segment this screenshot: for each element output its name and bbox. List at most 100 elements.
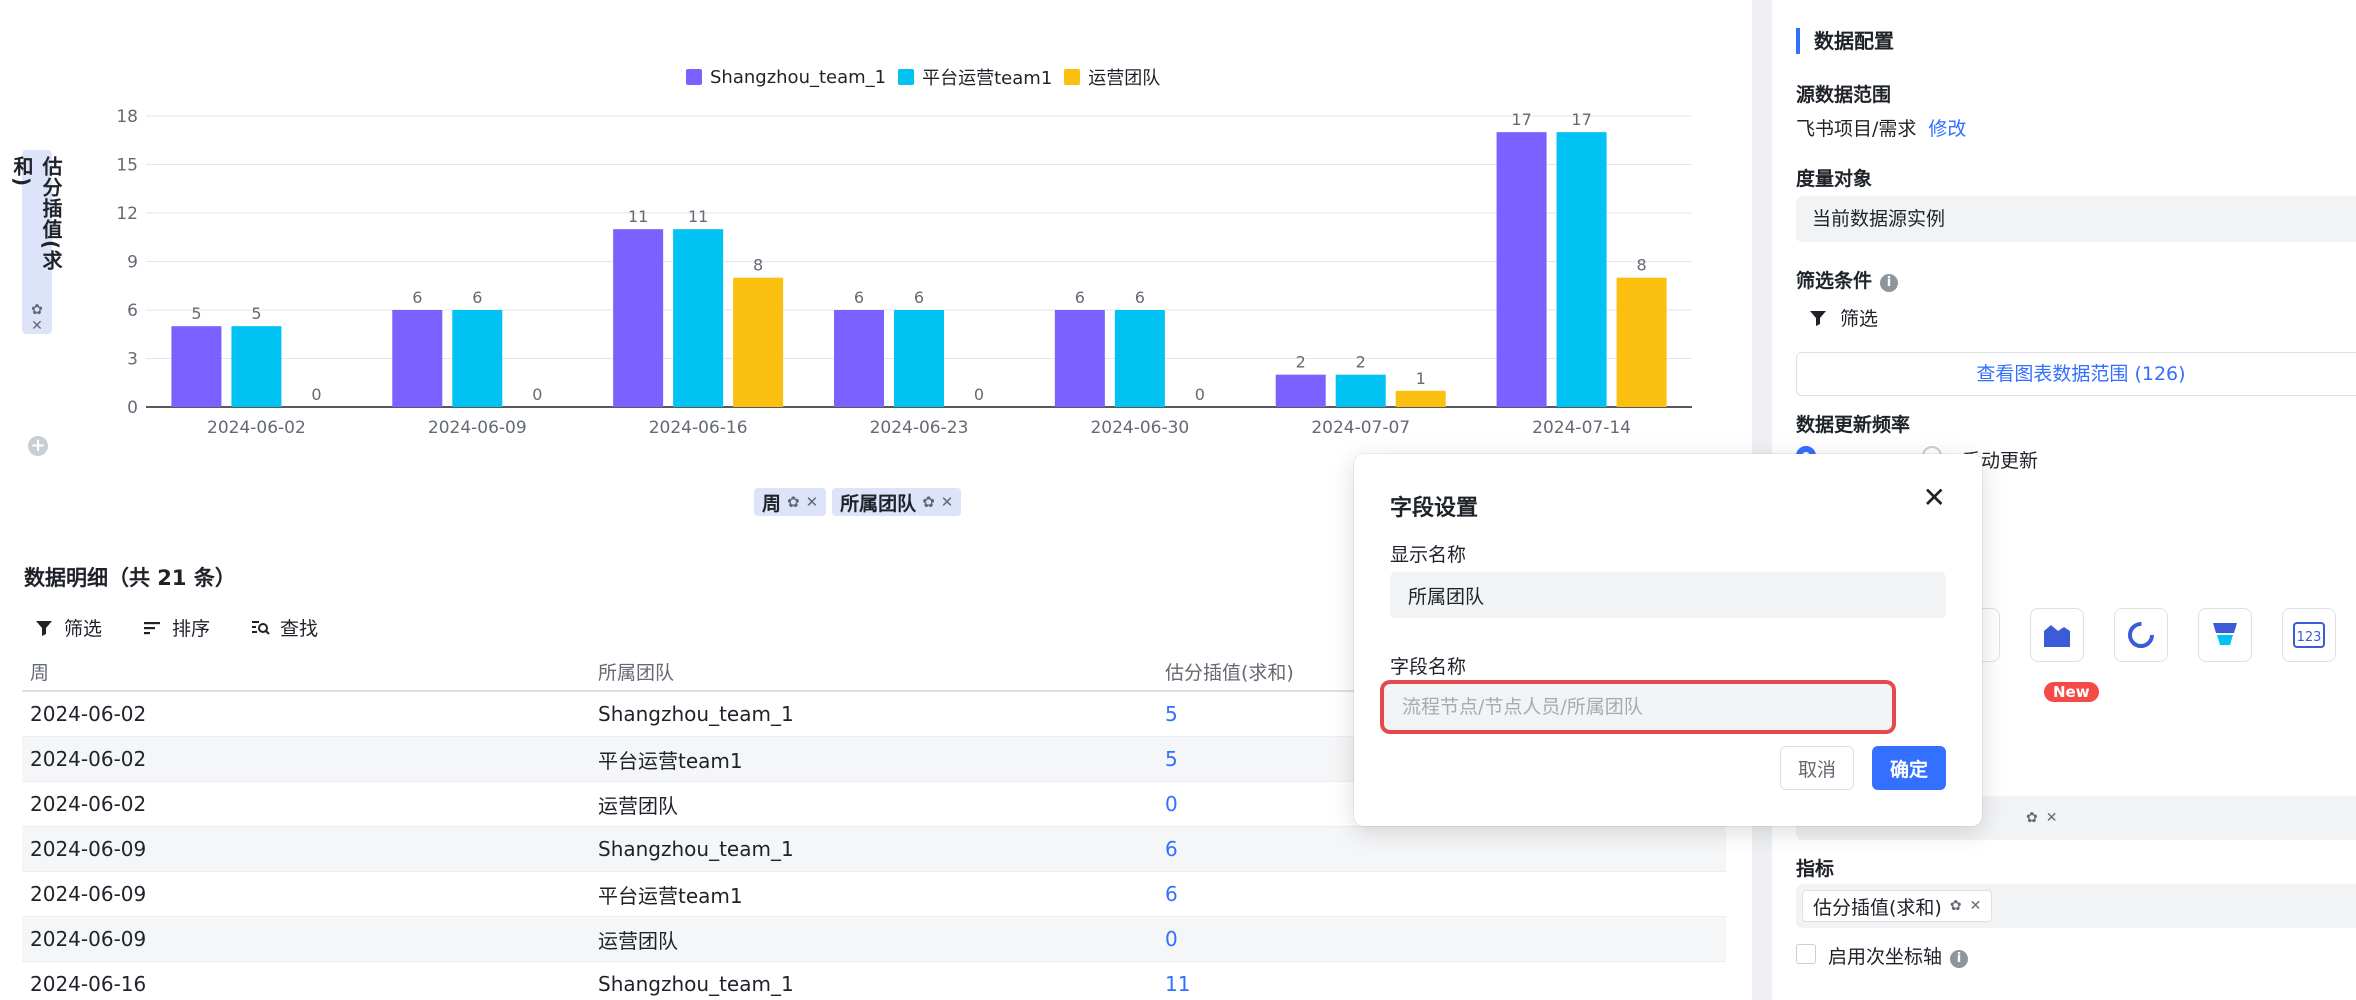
bar bbox=[673, 229, 724, 407]
gear-icon[interactable]: ✿ bbox=[1950, 898, 1962, 914]
data-label: 6 bbox=[914, 288, 924, 307]
bar bbox=[1054, 310, 1105, 407]
chart-area: 0 3 6 9 12 15 18 2024-06-02 5 5 0 2024-06-09 6 6 0 2024… bbox=[0, 0, 1752, 530]
x-tick-label: 2024-06-30 bbox=[1090, 418, 1189, 438]
filter-icon bbox=[36, 620, 52, 636]
bar bbox=[834, 310, 884, 407]
gear-icon[interactable]: ✿ bbox=[787, 493, 800, 511]
y-axis-field-label: 估分插值(求和) bbox=[10, 156, 63, 272]
filter-label: 筛选 bbox=[64, 618, 103, 640]
filter-condition-label: 筛选条件 i bbox=[1796, 266, 1899, 293]
sort-icon bbox=[144, 621, 161, 634]
secondary-axis-label: 启用次坐标轴 i bbox=[1828, 942, 1969, 969]
field-name-input[interactable] bbox=[1384, 684, 1892, 730]
remove-icon[interactable]: ✕ bbox=[806, 493, 819, 511]
add-axis-icon[interactable]: + bbox=[28, 436, 48, 456]
x-tick-label: 2024-06-23 bbox=[870, 418, 969, 438]
sort-button[interactable]: 排序 bbox=[142, 614, 210, 641]
metric-box[interactable]: 估分插值(求和) ✿ ✕ bbox=[1796, 884, 2356, 928]
x-axis-chip-week[interactable]: 周 ✿ ✕ bbox=[754, 488, 827, 516]
filter-button[interactable]: 筛选 bbox=[34, 614, 102, 641]
svg-text:123: 123 bbox=[2297, 630, 2322, 645]
bar bbox=[1114, 310, 1165, 407]
table-cell: 平台运营team1 bbox=[598, 748, 743, 773]
cancel-button[interactable]: 取消 bbox=[1780, 746, 1854, 790]
data-label: 0 bbox=[532, 385, 542, 404]
close-icon[interactable]: ✕ bbox=[1923, 484, 1946, 512]
bar bbox=[613, 229, 664, 407]
secondary-axis-checkbox[interactable] bbox=[1796, 944, 1816, 964]
table-row[interactable]: 2024-06-09 平台运营team1 6 bbox=[22, 872, 1726, 917]
donut-chart-type-icon[interactable] bbox=[2114, 608, 2168, 662]
column-header[interactable]: 周 bbox=[22, 658, 590, 685]
area-chart-type-icon[interactable] bbox=[2030, 608, 2084, 662]
metric-chip[interactable]: 估分插值(求和) ✿ ✕ bbox=[1802, 890, 1993, 922]
bar bbox=[171, 326, 222, 407]
table-row[interactable]: 2024-06-09 Shangzhou_team_1 6 bbox=[22, 827, 1726, 872]
info-icon[interactable]: i bbox=[1880, 274, 1899, 292]
new-badge: New bbox=[2044, 682, 2099, 702]
gear-icon[interactable]: ✿ bbox=[922, 493, 935, 511]
data-label: 6 bbox=[412, 288, 422, 307]
table-cell: Shangzhou_team_1 bbox=[598, 837, 794, 861]
table-cell: 2024-06-09 bbox=[30, 927, 147, 951]
display-name-input[interactable] bbox=[1390, 572, 1946, 618]
table-row[interactable]: 2024-06-16 Shangzhou_team_1 11 bbox=[22, 962, 1726, 1000]
panel-filter-button[interactable]: 筛选 bbox=[1808, 304, 1878, 331]
info-icon[interactable]: i bbox=[1950, 950, 1969, 968]
data-label: 8 bbox=[753, 256, 763, 275]
filter-icon bbox=[1810, 310, 1826, 326]
x-axis-chip-label: 周 bbox=[762, 492, 782, 515]
remove-icon[interactable]: ✕ bbox=[941, 493, 954, 511]
source-range-text: 飞书项目/需求 bbox=[1796, 118, 1917, 140]
y-tick-label: 6 bbox=[127, 301, 138, 321]
y-tick-label: 15 bbox=[116, 156, 138, 176]
x-tick-label: 2024-06-02 bbox=[207, 418, 306, 438]
table-cell: 11 bbox=[1165, 972, 1191, 996]
gear-icon[interactable]: ✿ bbox=[31, 302, 43, 318]
bar bbox=[452, 310, 503, 407]
remove-icon[interactable]: ✕ bbox=[31, 318, 43, 334]
data-label: 6 bbox=[854, 288, 864, 307]
legend-item[interactable]: Shangzhou_team_1 bbox=[686, 64, 886, 90]
legend-swatch bbox=[686, 69, 702, 85]
secondary-axis-text: 启用次坐标轴 bbox=[1828, 946, 1943, 968]
data-label: 17 bbox=[1511, 110, 1531, 129]
number-chart-type-icon[interactable]: 123 bbox=[2282, 608, 2336, 662]
gear-icon[interactable]: ✿ bbox=[2026, 810, 2038, 826]
table-cell: 2024-06-02 bbox=[30, 792, 147, 816]
table-row[interactable]: 2024-06-09 运营团队 0 bbox=[22, 917, 1726, 962]
confirm-button[interactable]: 确定 bbox=[1872, 746, 1946, 790]
field-settings-dialog: 字段设置 ✕ 显示名称 字段名称 取消 确定 bbox=[1354, 454, 1982, 826]
data-label: 17 bbox=[1571, 110, 1591, 129]
table-cell: 运营团队 bbox=[598, 928, 678, 953]
table-cell: 运营团队 bbox=[598, 793, 678, 818]
measure-select[interactable]: 当前数据源实例 bbox=[1796, 196, 2356, 242]
column-header[interactable]: 所属团队 bbox=[590, 658, 1157, 685]
legend-swatch bbox=[898, 69, 915, 85]
data-label: 2 bbox=[1356, 353, 1366, 372]
x-tick-label: 2024-06-09 bbox=[428, 418, 527, 438]
legend-item[interactable]: 运营团队 bbox=[1064, 64, 1160, 90]
legend-item[interactable]: 平台运营team1 bbox=[898, 64, 1052, 90]
remove-icon[interactable]: ✕ bbox=[2046, 810, 2058, 826]
bar bbox=[1616, 277, 1667, 407]
legend-swatch bbox=[1064, 69, 1081, 85]
table-cell: 平台运营team1 bbox=[598, 883, 743, 908]
data-label: 8 bbox=[1636, 256, 1646, 275]
x-axis-chip-team[interactable]: 所属团队 ✿ ✕ bbox=[832, 488, 962, 516]
table-cell: 0 bbox=[1165, 927, 1178, 951]
modify-link[interactable]: 修改 bbox=[1928, 118, 1966, 140]
metric-chip-label: 估分插值(求和) bbox=[1813, 896, 1942, 919]
view-chart-range-button[interactable]: 查看图表数据范围 (126) bbox=[1796, 352, 2356, 396]
data-label: 11 bbox=[628, 207, 648, 226]
y-axis-field-chip[interactable]: 估分插值(求和) ✿ ✕ bbox=[10, 150, 63, 334]
legend-label: 平台运营team1 bbox=[922, 68, 1053, 89]
x-axis-chip-label: 所属团队 bbox=[840, 492, 917, 515]
find-button[interactable]: 查找 bbox=[250, 614, 318, 641]
remove-icon[interactable]: ✕ bbox=[1970, 898, 1982, 914]
data-label: 1 bbox=[1416, 369, 1426, 388]
y-tick-label: 3 bbox=[127, 350, 138, 370]
bar bbox=[1275, 374, 1326, 407]
funnel-chart-type-icon[interactable] bbox=[2198, 608, 2252, 662]
